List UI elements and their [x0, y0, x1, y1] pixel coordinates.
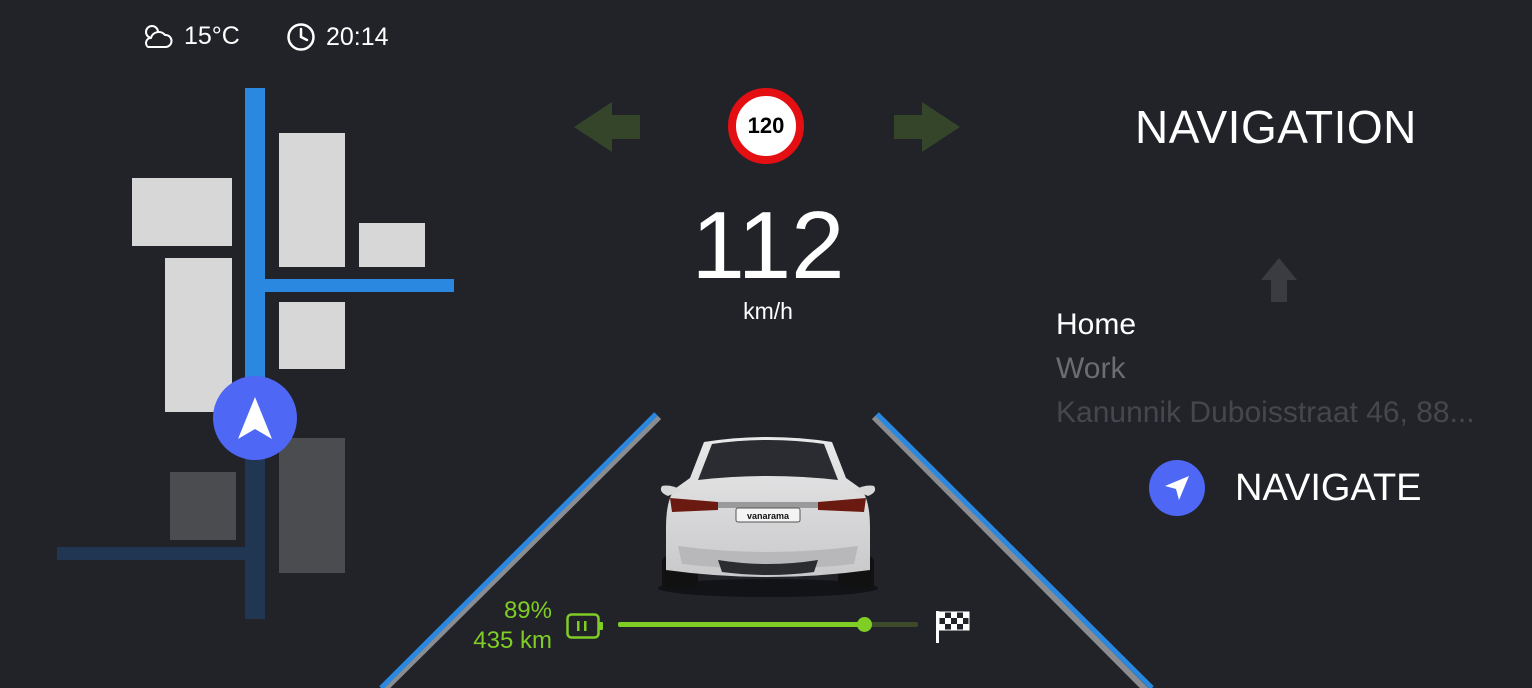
navigation-title: NAVIGATION [1135, 101, 1417, 153]
destination-home[interactable]: Home [1056, 308, 1136, 342]
battery-percent: 89% [503, 597, 552, 624]
license-plate: vanarama [747, 511, 790, 521]
navigate-icon [1149, 460, 1205, 516]
destination-address[interactable]: Kanunnik Duboisstraat 46, 88... [1056, 396, 1506, 430]
battery-range: 435 km [473, 627, 552, 654]
navigate-label: NAVIGATE [1235, 466, 1422, 509]
trip-progress-fill [618, 622, 864, 627]
battery-icon [566, 613, 603, 639]
car-image: vanarama [658, 437, 878, 597]
send-arrow-icon [1165, 476, 1189, 500]
finish-flag-icon [936, 611, 970, 643]
navigate-button[interactable]: NAVIGATE [1149, 460, 1422, 516]
destination-work[interactable]: Work [1056, 352, 1125, 386]
trip-progress-track [618, 617, 918, 632]
scroll-up-arrow-icon[interactable] [1261, 258, 1297, 302]
trip-progress-knob [857, 617, 872, 632]
